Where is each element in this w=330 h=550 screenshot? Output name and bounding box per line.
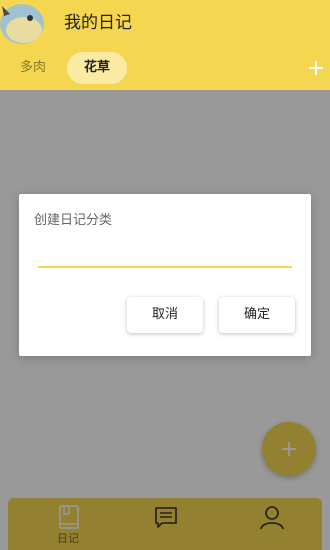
tab-duorou[interactable]: 多肉 [8,52,58,84]
cancel-button[interactable]: 取消 [127,297,203,333]
diary-page: 我的日记 多肉 花草 日记 创建日记分类 取消 确定 [0,0,330,550]
avatar[interactable] [0,0,50,46]
tab-huacao[interactable]: 花草 [67,52,127,84]
category-tabs: 多肉 花草 [0,52,330,86]
create-category-dialog: 创建日记分类 取消 确定 [19,194,311,356]
page-title: 我的日记 [64,13,132,33]
category-name-input[interactable] [38,242,292,268]
app-header: 我的日记 多肉 花草 [0,0,330,90]
plus-icon[interactable] [306,58,326,78]
dialog-title: 创建日记分类 [34,213,113,228]
confirm-button[interactable]: 确定 [219,297,295,333]
